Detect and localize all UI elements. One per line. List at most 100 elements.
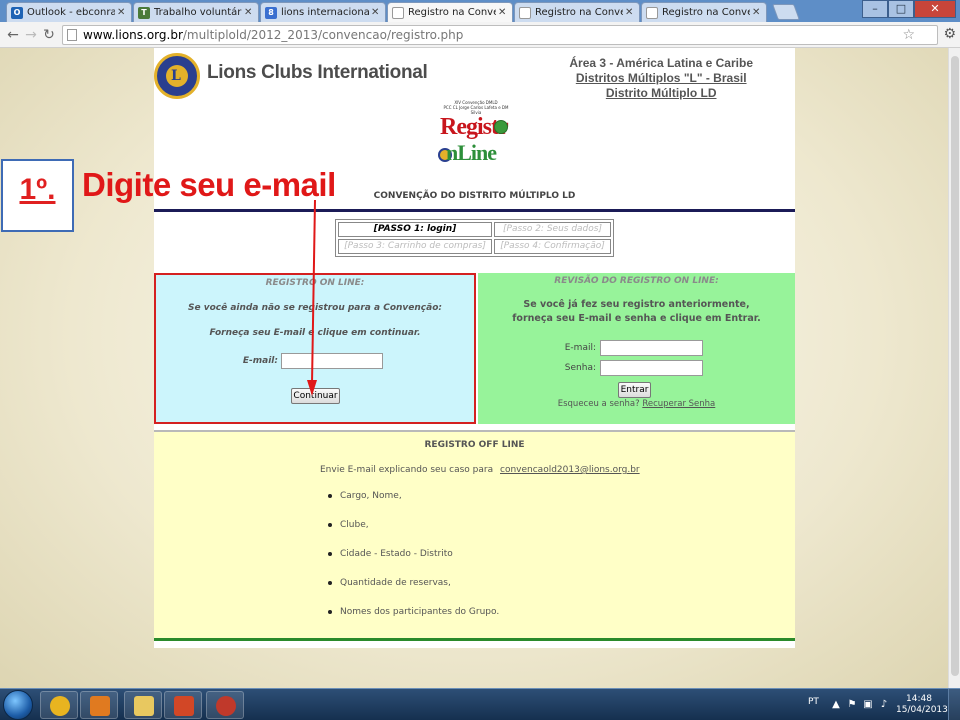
step-3-carrinho: [Passo 3: Carrinho de compras]: [338, 239, 492, 254]
tab-label: Outlook - ebconradi@hot: [27, 7, 115, 18]
url-domain: www.lions.org.br: [83, 28, 183, 42]
bullet-icon: [328, 580, 332, 585]
district-link[interactable]: Distrito Múltiplo LD: [569, 86, 753, 101]
wrench-menu-icon[interactable]: ⚙: [943, 26, 956, 42]
enter-button[interactable]: Entrar: [618, 382, 651, 398]
minimize-button[interactable]: –: [862, 0, 888, 18]
recover-password-link[interactable]: Recuperar Senha: [642, 399, 715, 409]
review-email-input[interactable]: [600, 340, 703, 356]
lions-logo: L: [154, 53, 200, 99]
bookmark-star-icon[interactable]: ☆: [902, 27, 915, 43]
org-name: Lions Clubs International: [207, 62, 428, 83]
list-item: Quantidade de reservas,: [328, 578, 451, 588]
logo-word-online: nLine: [446, 140, 497, 165]
email-label: E-mail:: [564, 343, 596, 353]
url-path: /multiplold/2012_2013/convencao/registro…: [182, 28, 464, 42]
site-favicon-icon: T: [138, 6, 150, 19]
annotation-step-box: 1º.: [1, 159, 74, 232]
page-icon: [646, 6, 658, 19]
panel-title: REVISÃO DO REGISTRO ON LINE:: [554, 276, 719, 286]
close-window-button[interactable]: ✕: [914, 0, 956, 18]
scrollbar-thumb[interactable]: [951, 56, 959, 676]
annotation-instruction: Digite seu e-mail: [82, 166, 336, 203]
offline-registration-section: REGISTRO OFF LINE Envie E-mail explicand…: [154, 430, 795, 640]
step-1-login: [PASSO 1: login]: [338, 222, 492, 237]
reload-icon[interactable]: ↻: [40, 26, 58, 44]
list-item-text: Nomes dos participantes do Grupo.: [340, 607, 500, 617]
tab-google-search[interactable]: 8 lions internacional - Pesq ✕: [260, 2, 386, 22]
tray-expand-icon[interactable]: ▲: [830, 699, 842, 711]
list-item-text: Cargo, Nome,: [340, 491, 402, 501]
forgot-text: Esqueceu a senha?: [557, 399, 640, 409]
annotation-step-number: 1º.: [19, 173, 56, 206]
globe-icon: [494, 120, 508, 134]
new-tab-button[interactable]: [772, 4, 800, 20]
list-item: Cidade - Estado - Distrito: [328, 549, 453, 559]
page-viewport: L Lions Clubs International Área 3 - Amé…: [0, 48, 948, 688]
taskbar-media-player[interactable]: [80, 691, 118, 719]
tab-registro-3[interactable]: Registro na Convenção DI ✕: [641, 2, 767, 22]
offline-title: REGISTRO OFF LINE: [424, 440, 525, 450]
tab-close-icon[interactable]: ✕: [117, 7, 127, 18]
review-password-input[interactable]: [600, 360, 703, 376]
browser-tab-bar: O Outlook - ebconradi@hot ✕ T Trabalho v…: [0, 0, 960, 22]
offline-email-link[interactable]: convencaold2013@lions.org.br: [500, 465, 640, 475]
tab-label: Registro na Convenção DI: [535, 7, 623, 18]
panel-text: forneça seu E-mail e senha e clique em E…: [512, 313, 761, 324]
clock-date: 15/04/2013: [896, 705, 948, 715]
network-icon[interactable]: ▣: [862, 699, 874, 711]
taskbar-app[interactable]: [206, 691, 244, 719]
powerpoint-icon: [174, 696, 194, 716]
list-item: Nomes dos participantes do Grupo.: [328, 607, 499, 617]
tab-label: Registro na Convenção DI: [408, 7, 496, 18]
tab-close-icon[interactable]: ✕: [625, 7, 635, 18]
taskbar-chrome[interactable]: [40, 691, 78, 719]
register-email-input[interactable]: [281, 353, 383, 369]
forward-arrow-icon[interactable]: →: [22, 26, 40, 44]
tab-registro-active[interactable]: Registro na Convenção DI ✕: [387, 2, 513, 22]
tab-trabalho-voluntario[interactable]: T Trabalho voluntário de se ✕: [133, 2, 259, 22]
panel-text: Se você já fez seu registro anteriorment…: [523, 299, 750, 310]
show-desktop-button[interactable]: [948, 689, 960, 720]
page-scrollbar[interactable]: [948, 48, 960, 688]
bullet-icon: [328, 522, 332, 527]
maximize-button[interactable]: □: [888, 0, 914, 18]
clock-time: 14:48: [906, 694, 932, 704]
footer-divider: [154, 638, 795, 641]
app-icon: [216, 696, 236, 716]
list-item: Clube,: [328, 520, 369, 530]
tab-close-icon[interactable]: ✕: [498, 7, 508, 18]
tab-outlook[interactable]: O Outlook - ebconradi@hot ✕: [6, 2, 132, 22]
windows-taskbar: PT ▲ ⚑ ▣ ♪ 14:48 15/04/2013: [0, 688, 960, 720]
steps-table: [PASSO 1: login] [Passo 2: Seus dados] […: [335, 219, 614, 257]
back-arrow-icon[interactable]: ←: [4, 26, 22, 44]
google-icon: 8: [265, 6, 277, 19]
region-header: Área 3 - América Latina e Caribe Distrit…: [569, 56, 753, 101]
address-bar[interactable]: www.lions.org.br/multiplold/2012_2013/co…: [62, 25, 938, 45]
page-icon: [67, 29, 77, 41]
review-registration-panel: REVISÃO DO REGISTRO ON LINE: Se você já …: [478, 273, 795, 424]
registro-online-logo: XIV Convenção DMLD PCC CL Jorge Carlos L…: [438, 100, 514, 178]
volume-icon[interactable]: ♪: [878, 699, 890, 711]
step-2-dados: [Passo 2: Seus dados]: [494, 222, 611, 237]
flag-icon[interactable]: ⚑: [846, 699, 858, 711]
offline-intro-text: Envie E-mail explicando seu caso para: [320, 465, 494, 475]
list-item: Cargo, Nome,: [328, 491, 402, 501]
start-button[interactable]: [3, 690, 33, 720]
tab-close-icon[interactable]: ✕: [371, 7, 381, 18]
folder-icon: [134, 696, 154, 716]
password-label: Senha:: [564, 363, 596, 373]
taskbar-powerpoint[interactable]: [164, 691, 202, 719]
window-controls: – □ ✕: [862, 0, 956, 18]
taskbar-explorer[interactable]: [124, 691, 162, 719]
tab-registro-2[interactable]: Registro na Convenção DI ✕: [514, 2, 640, 22]
divider: [154, 430, 795, 432]
tab-label: Trabalho voluntário de se: [154, 7, 242, 18]
page-icon: [519, 6, 531, 19]
outlook-icon: O: [11, 6, 23, 19]
district-multi-link[interactable]: Distritos Múltiplos "L" - Brasil: [569, 71, 753, 86]
tab-close-icon[interactable]: ✕: [244, 7, 254, 18]
tab-close-icon[interactable]: ✕: [752, 7, 762, 18]
language-indicator[interactable]: PT: [808, 697, 819, 707]
clock[interactable]: 14:48 15/04/2013: [896, 694, 948, 716]
